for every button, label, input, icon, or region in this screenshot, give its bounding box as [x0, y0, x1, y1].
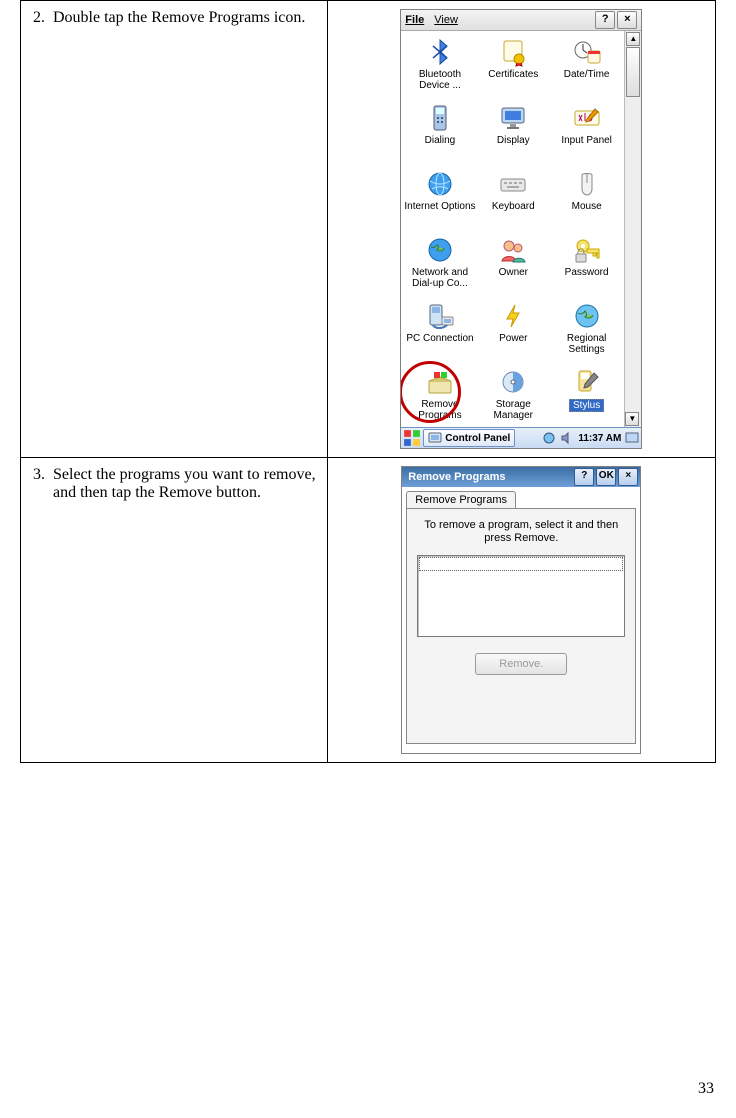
stylus-icon [572, 367, 602, 397]
control-panel-item[interactable]: Password [550, 235, 623, 293]
control-panel-item[interactable]: Network and Dial-up Co... [403, 235, 476, 293]
dialog-titlebar: Remove Programs ? OK × [402, 467, 640, 487]
taskbar-clock[interactable]: 11:37 AM [578, 433, 621, 444]
control-panel-item[interactable]: Date/Time [550, 37, 623, 95]
keyboard-icon [498, 169, 528, 199]
power-icon [498, 301, 528, 331]
owner-icon [498, 235, 528, 265]
tab-panel: To remove a program, select it and then … [406, 508, 636, 744]
control-panel-item[interactable]: Stylus [550, 367, 623, 425]
control-panel-item[interactable]: Keyboard [477, 169, 550, 227]
menu-file[interactable]: File [405, 14, 424, 26]
control-panel-item[interactable]: Regional Settings [550, 301, 623, 359]
control-panel-item-label: Keyboard [492, 201, 535, 212]
control-panel-item[interactable]: Mouse [550, 169, 623, 227]
control-panel-grid: Bluetooth Device ... Certificates Date/Tim… [401, 31, 625, 428]
control-panel-item-label: Date/Time [564, 69, 610, 80]
control-panel-item[interactable]: Input Panel [550, 103, 623, 161]
regional-icon [572, 301, 602, 331]
dialog-title: Remove Programs [408, 471, 505, 483]
dialing-icon [425, 103, 455, 133]
control-panel-item-label: Storage Manager [477, 399, 550, 421]
control-panel-item[interactable]: Certificates [477, 37, 550, 95]
scroll-down-arrow-icon[interactable]: ▼ [625, 412, 639, 426]
programs-listbox[interactable] [417, 555, 625, 637]
control-panel-item-label: Mouse [572, 201, 602, 212]
remove-programs-screenshot: Remove Programs ? OK × Remove Programs T… [401, 466, 641, 754]
remove-programs-icon [425, 367, 455, 397]
dialog-ok-button[interactable]: OK [596, 468, 616, 486]
control-panel-screenshot: File View ? × Bluetooth Device ... Certif… [400, 9, 642, 449]
password-icon [572, 235, 602, 265]
control-panel-body: Bluetooth Device ... Certificates Date/Tim… [401, 31, 625, 428]
internet-options-icon [425, 169, 455, 199]
menu-bar: File View ? × [401, 10, 641, 31]
taskbar-control-panel-button[interactable]: Control Panel [423, 429, 515, 447]
control-panel-item-label: Password [565, 267, 609, 278]
control-panel-item-label: Display [497, 135, 530, 146]
control-panel-item[interactable]: Owner [477, 235, 550, 293]
menu-view[interactable]: View [434, 14, 458, 26]
control-panel-item-label: PC Connection [406, 333, 473, 344]
tab-strip: Remove Programs [402, 487, 640, 508]
vertical-scrollbar[interactable]: ▲ ▼ [624, 31, 641, 428]
step2-screenshot-cell: File View ? × Bluetooth Device ... Certif… [327, 1, 715, 458]
storage-icon [498, 367, 528, 397]
step2-text: Double tap the Remove Programs icon. [49, 9, 321, 27]
control-panel-item-label: Input Panel [561, 135, 612, 146]
control-panel-item-label: Dialing [425, 135, 456, 146]
control-panel-item[interactable]: Storage Manager [477, 367, 550, 425]
control-panel-item-label: Internet Options [404, 201, 475, 212]
start-button-icon[interactable] [403, 430, 421, 446]
control-panel-item[interactable]: Bluetooth Device ... [403, 37, 476, 95]
instruction-text: To remove a program, select it and then … [417, 519, 625, 545]
control-panel-item[interactable]: Display [477, 103, 550, 161]
tray-desktop-icon[interactable] [625, 431, 639, 445]
control-panel-item[interactable]: Remove Programs [403, 367, 476, 425]
pc-connection-icon [425, 301, 455, 331]
control-panel-item[interactable]: Internet Options [403, 169, 476, 227]
control-panel-item-label: Remove Programs [403, 399, 476, 421]
taskbar-button-label: Control Panel [445, 433, 510, 444]
step2-text-cell: Double tap the Remove Programs icon. [21, 1, 328, 458]
datetime-icon [572, 37, 602, 67]
tray-volume-icon[interactable] [560, 431, 574, 445]
close-button[interactable]: × [617, 11, 637, 29]
display-icon [498, 103, 528, 133]
certificates-icon [498, 37, 528, 67]
control-panel-item-label: Owner [499, 267, 528, 278]
instruction-table: Double tap the Remove Programs icon. Fil… [20, 0, 716, 763]
control-panel-item[interactable]: Power [477, 301, 550, 359]
remove-button[interactable]: Remove. [475, 653, 567, 675]
step3-text-cell: Select the programs you want to remove, … [21, 458, 328, 763]
page-number: 33 [698, 1080, 714, 1098]
control-panel-item-label: Stylus [569, 399, 604, 412]
control-panel-item-label: Bluetooth Device ... [403, 69, 476, 91]
control-panel-taskbar-icon [428, 431, 442, 445]
dialog-help-button[interactable]: ? [574, 468, 594, 486]
system-tray: 11:37 AM [542, 431, 639, 445]
control-panel-item-label: Network and Dial-up Co... [403, 267, 476, 289]
bluetooth-icon [425, 37, 455, 67]
mouse-icon [572, 169, 602, 199]
control-panel-item-label: Power [499, 333, 527, 344]
step3-text: Select the programs you want to remove, … [49, 466, 321, 502]
taskbar: Control Panel 11:37 AM [401, 427, 641, 448]
tray-network-icon[interactable] [542, 431, 556, 445]
inputpanel-icon [572, 103, 602, 133]
scroll-thumb[interactable] [626, 47, 640, 97]
control-panel-item-label: Certificates [488, 69, 538, 80]
control-panel-item[interactable]: PC Connection [403, 301, 476, 359]
dialog-close-button[interactable]: × [618, 468, 638, 486]
tab-remove-programs[interactable]: Remove Programs [406, 491, 516, 508]
control-panel-item-label: Regional Settings [550, 333, 623, 355]
control-panel-item[interactable]: Dialing [403, 103, 476, 161]
help-button[interactable]: ? [595, 11, 615, 29]
step3-screenshot-cell: Remove Programs ? OK × Remove Programs T… [327, 458, 715, 763]
listbox-selection[interactable] [419, 557, 623, 571]
scroll-up-arrow-icon[interactable]: ▲ [626, 32, 640, 46]
network-icon [425, 235, 455, 265]
